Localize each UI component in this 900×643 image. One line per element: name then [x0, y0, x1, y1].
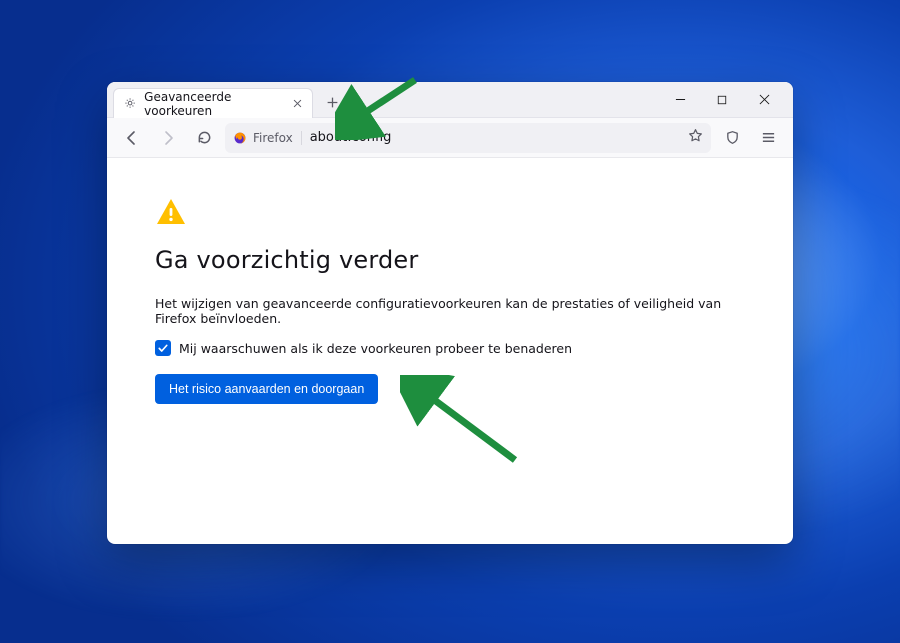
warning-description: Het wijzigen van geavanceerde configurat… — [155, 296, 745, 326]
warning-heading: Ga voorzichtig verder — [155, 246, 745, 274]
window-minimize-button[interactable] — [659, 85, 701, 115]
tab-close-button[interactable] — [290, 96, 304, 112]
warn-checkbox[interactable] — [155, 340, 171, 356]
address-text: about:config — [310, 130, 680, 145]
browser-tab[interactable]: Geavanceerde voorkeuren — [113, 88, 313, 118]
navigation-toolbar: Firefox about:config — [107, 118, 793, 158]
bookmark-star-button[interactable] — [688, 128, 703, 147]
identity-label: Firefox — [253, 131, 293, 145]
identity-box[interactable]: Firefox — [233, 131, 302, 145]
url-bar[interactable]: Firefox about:config — [225, 123, 711, 153]
firefox-logo-icon — [233, 131, 247, 145]
window-controls — [659, 82, 785, 117]
warn-checkbox-row[interactable]: Mij waarschuwen als ik deze voorkeuren p… — [155, 340, 745, 356]
window-maximize-button[interactable] — [701, 85, 743, 115]
new-tab-button[interactable] — [317, 87, 347, 117]
about-config-warning-page: Ga voorzichtig verder Het wijzigen van g… — [107, 158, 793, 544]
back-button[interactable] — [117, 123, 147, 153]
protections-button[interactable] — [717, 123, 747, 153]
tab-title: Geavanceerde voorkeuren — [144, 90, 282, 118]
titlebar: Geavanceerde voorkeuren — [107, 82, 793, 118]
tab-favicon-settings-icon — [124, 97, 136, 111]
desktop-wallpaper: Geavanceerde voorkeuren — [0, 0, 900, 643]
reload-button[interactable] — [189, 123, 219, 153]
app-menu-button[interactable] — [753, 123, 783, 153]
accept-risk-button[interactable]: Het risico aanvaarden en doorgaan — [155, 374, 378, 404]
warning-triangle-icon — [155, 196, 187, 228]
warn-checkbox-label: Mij waarschuwen als ik deze voorkeuren p… — [179, 341, 572, 356]
firefox-window: Geavanceerde voorkeuren — [107, 82, 793, 544]
window-close-button[interactable] — [743, 85, 785, 115]
forward-button[interactable] — [153, 123, 183, 153]
